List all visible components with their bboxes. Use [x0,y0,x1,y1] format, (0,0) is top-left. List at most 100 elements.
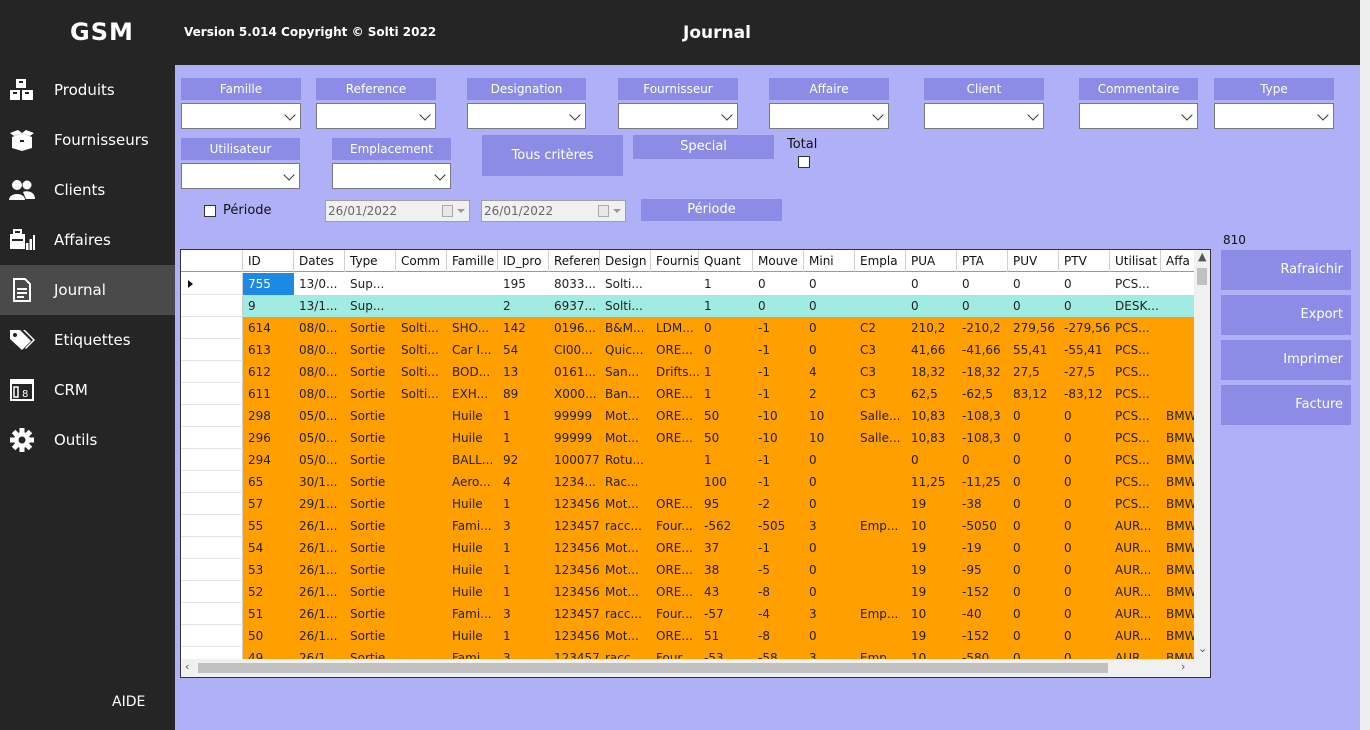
table-cell[interactable]: Rac... [600,471,651,493]
table-cell[interactable]: 27,5 [1008,361,1059,383]
table-cell[interactable]: 0 [753,273,804,295]
table-cell[interactable]: AUR... [1110,647,1161,659]
table-cell[interactable]: Fami... [447,603,498,625]
table-cell[interactable]: BMW [1161,625,1194,647]
table-cell[interactable]: Fami... [447,647,498,659]
table-row[interactable]: 57 29/1... Sortie Huile 1 123456 Mot... ORE... 9… [181,493,1194,515]
table-cell[interactable]: 95 [699,493,753,515]
table-cell[interactable]: 0 [753,295,804,317]
emplacement-select[interactable] [332,163,451,189]
table-cell[interactable]: B&M... [600,317,651,339]
table-cell[interactable]: Salle... [855,405,906,427]
help-link[interactable]: AIDE [112,694,145,710]
table-cell[interactable]: 19 [906,559,957,581]
table-cell[interactable]: Mot... [600,625,651,647]
table-cell[interactable]: BALL... [447,449,498,471]
famille-select[interactable] [181,103,301,129]
table-cell[interactable]: -505 [753,515,804,537]
table-cell[interactable]: Sortie [345,537,396,559]
table-cell[interactable] [396,471,447,493]
table-cell[interactable]: Car I... [447,339,498,361]
table-cell[interactable]: -210,2 [957,317,1008,339]
table-cell[interactable]: -1 [753,339,804,361]
table-cell[interactable]: Rotu... [600,449,651,471]
table-cell[interactable]: 0 [699,317,753,339]
table-cell[interactable]: Mot... [600,493,651,515]
table-cell[interactable]: PCS... [1110,471,1161,493]
table-cell[interactable]: 26/1... [294,603,345,625]
table-cell[interactable]: 0 [1008,625,1059,647]
table-cell[interactable] [1161,361,1194,383]
table-row[interactable]: 611 08/0... Sortie Solti... EXH... 89 X000... B… [181,383,1194,405]
table-cell[interactable]: Huile [447,559,498,581]
table-cell[interactable]: Solti... [396,361,447,383]
table-cell[interactable]: SHO... [447,317,498,339]
table-row[interactable]: 55 26/1... Sortie Fami... 3 123457 racc... Four… [181,515,1194,537]
column-header[interactable]: Referen [549,250,600,272]
table-cell[interactable]: BMW [1161,449,1194,471]
table-cell[interactable]: 123457 [549,603,600,625]
table-cell[interactable]: 89 [498,383,549,405]
sidebar-item-journal[interactable]: Journal [0,265,175,315]
table-cell[interactable]: -11,25 [957,471,1008,493]
table-row[interactable]: 54 26/1... Sortie Huile 1 123456 Mot... ORE... 3… [181,537,1194,559]
table-row[interactable]: 613 08/0... Sortie Solti... Car I... 54 CI00..… [181,339,1194,361]
table-cell[interactable]: 123457 [549,515,600,537]
table-cell[interactable]: 100077 [549,449,600,471]
table-cell[interactable]: -27,5 [1059,361,1110,383]
row-header[interactable] [181,273,243,295]
table-cell[interactable]: Sup... [345,295,396,317]
table-cell[interactable]: AUR... [1110,559,1161,581]
table-cell[interactable]: 83,12 [1008,383,1059,405]
table-cell[interactable]: 08/0... [294,317,345,339]
table-cell[interactable]: 08/0... [294,361,345,383]
table-cell[interactable]: Sortie [345,559,396,581]
table-cell[interactable]: BMW [1161,405,1194,427]
table-row[interactable]: 65 30/1... Sortie Aero... 4 1234... Rac... 100-… [181,471,1194,493]
table-cell[interactable]: AUR... [1110,537,1161,559]
table-cell[interactable]: C3 [855,383,906,405]
row-header[interactable] [181,471,243,493]
table-cell[interactable]: AUR... [1110,603,1161,625]
table-cell[interactable]: 55,41 [1008,339,1059,361]
table-cell[interactable]: 210,2 [906,317,957,339]
table-cell[interactable]: 10 [906,515,957,537]
table-cell[interactable]: 10,83 [906,427,957,449]
column-header[interactable]: PTA [957,250,1008,272]
table-cell[interactable]: 0 [1008,405,1059,427]
table-cell[interactable]: 755 [243,273,294,295]
table-cell[interactable]: -152 [957,625,1008,647]
table-cell[interactable]: 1 [699,383,753,405]
table-cell[interactable]: 50 [699,405,753,427]
table-cell[interactable]: 26/1... [294,515,345,537]
table-cell[interactable]: 0 [1008,493,1059,515]
table-cell[interactable]: 13 [498,361,549,383]
table-row[interactable]: 755 13/0... Sup... 195 8033... Solti... 1 0 0 0 0 0… [181,273,1194,295]
table-cell[interactable] [1161,295,1194,317]
table-cell[interactable]: 10 [906,647,957,659]
table-cell[interactable] [396,515,447,537]
row-header[interactable] [181,559,243,581]
table-cell[interactable]: 3 [804,603,855,625]
column-header[interactable]: Quant [699,250,753,272]
table-cell[interactable] [396,559,447,581]
table-cell[interactable]: 3 [804,647,855,659]
table-cell[interactable]: 0 [1059,427,1110,449]
table-cell[interactable]: 19 [906,625,957,647]
table-cell[interactable]: C3 [855,361,906,383]
table-cell[interactable]: 43 [699,581,753,603]
table-cell[interactable]: 0 [1059,559,1110,581]
table-cell[interactable]: 1 [699,295,753,317]
table-cell[interactable] [1161,317,1194,339]
table-cell[interactable]: ORE... [651,625,699,647]
table-cell[interactable]: Four... [651,647,699,659]
table-cell[interactable] [651,273,699,295]
row-header[interactable] [181,603,243,625]
table-cell[interactable]: 0 [1008,559,1059,581]
table-cell[interactable]: 1 [498,537,549,559]
table-cell[interactable]: Four... [651,515,699,537]
table-cell[interactable]: 142 [498,317,549,339]
table-cell[interactable] [855,559,906,581]
table-cell[interactable]: Mot... [600,405,651,427]
table-cell[interactable] [396,449,447,471]
